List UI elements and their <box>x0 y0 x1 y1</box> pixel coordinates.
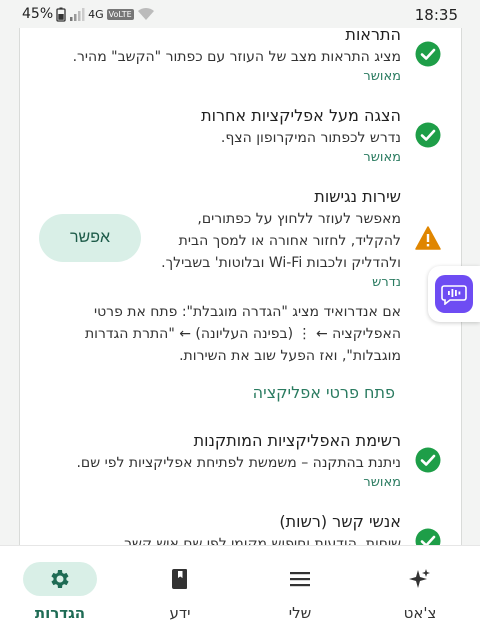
item-desc-installed-apps: ניתנת בהתקנה – משמשת לפתיחת אפליקציות לפ… <box>76 455 401 471</box>
status-icons: 45% 4G VoLTE <box>22 6 155 22</box>
network-type: 4G <box>88 7 104 21</box>
enable-accessibility-button[interactable]: אפשר <box>39 214 141 262</box>
menu-icon <box>290 572 310 587</box>
item-title-contacts: אנשי קשר (רשות) <box>279 512 401 531</box>
permissions-card: התראות מציג התראות מצב של העוזר עם כפתור… <box>19 10 462 572</box>
battery-percent: 45% <box>22 6 54 22</box>
warning-icon <box>415 226 441 250</box>
item-desc-overlay: נדרש לכפתור המיקרופון הצף. <box>220 130 401 146</box>
restricted-setting-note-line2: האפליקציה ← ⋮ (בפינה העליונה) ← "התרת הג… <box>84 326 401 342</box>
nav-label-knowledge: ידע <box>169 604 191 622</box>
open-app-details-link[interactable]: פתח פרטי אפליקציה <box>253 383 395 402</box>
item-title-overlay: הצגה מעל אפליקציות אחרות <box>201 106 401 125</box>
clock: 18:35 <box>414 6 458 24</box>
item-desc-accessibility-line2: להקליד, לחזור אחורה או למסך הבית <box>178 233 401 249</box>
item-title-installed-apps: רשימת האפליקציות המותקנות <box>193 431 401 450</box>
signal-icon <box>70 8 85 21</box>
gear-icon <box>51 570 69 588</box>
nav-item-settings[interactable]: הגדרות <box>0 546 120 640</box>
floating-voice-button[interactable] <box>428 266 480 322</box>
sparkle-icon <box>409 569 430 588</box>
item-status-accessibility: נדרש <box>372 275 401 290</box>
item-status-notifications: מאושר <box>363 69 401 84</box>
nav-label-chat: צ'אט <box>403 604 437 622</box>
battery-icon <box>56 7 66 22</box>
restricted-setting-note-line1: אם אנדרואיד מציג "הגדרה מוגבלת": פתח את … <box>93 304 401 320</box>
nav-item-mine[interactable]: שלי <box>240 546 360 640</box>
item-desc-accessibility-line3: ולהדליק ולכבות Wi-Fi ובלוטות' בשבילך. <box>161 255 401 271</box>
nav-label-settings: הגדרות <box>34 604 86 622</box>
check-circle-icon <box>415 447 441 473</box>
item-title-accessibility: שירות נגישות <box>314 187 401 206</box>
restricted-setting-note-line3: מוגבלות", ואז הפעל שוב את השירות. <box>179 348 401 364</box>
nav-label-mine: שלי <box>288 604 312 622</box>
item-status-installed-apps: מאושר <box>363 475 401 490</box>
volte-badge: VoLTE <box>106 8 134 20</box>
item-desc-accessibility-line1: מאפשר לעוזר ללחוץ על כפתורים, <box>197 211 401 227</box>
item-status-overlay: מאושר <box>363 150 401 165</box>
book-icon <box>172 569 187 589</box>
status-bar: 45% 4G VoLTE 18:35 <box>0 0 480 28</box>
check-circle-icon <box>415 122 441 148</box>
nav-item-chat[interactable]: צ'אט <box>360 546 480 640</box>
nav-item-knowledge[interactable]: ידע <box>120 546 240 640</box>
check-circle-icon <box>415 41 441 67</box>
item-desc-notifications: מציג התראות מצב של העוזר עם כפתור "הקשב"… <box>72 49 401 65</box>
voice-wave-icon <box>435 275 473 313</box>
bottom-navigation: הגדרות ידע שלי צ'אט <box>0 545 480 640</box>
wifi-icon <box>137 7 154 20</box>
